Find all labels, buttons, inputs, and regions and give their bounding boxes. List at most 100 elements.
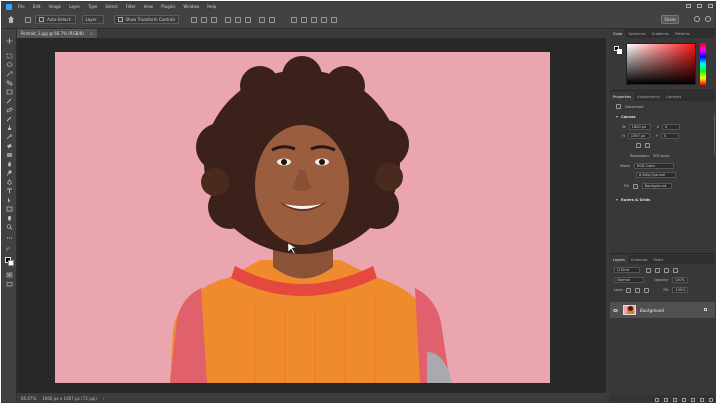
clone-stamp-tool-icon[interactable] (6, 125, 13, 131)
frame-tool-icon[interactable] (6, 89, 13, 95)
tab-channels[interactable]: Channels (628, 255, 651, 264)
portrait-orientation-icon[interactable] (636, 143, 641, 148)
layer-row-background[interactable]: Background (610, 302, 715, 318)
brush-tool-icon[interactable] (6, 116, 13, 122)
path-selection-tool-icon[interactable] (6, 197, 13, 203)
tab-libraries[interactable]: Libraries (663, 92, 685, 101)
blur-tool-icon[interactable] (6, 161, 13, 167)
move-tool-icon[interactable] (6, 38, 13, 44)
history-brush-tool-icon[interactable] (6, 134, 13, 140)
rectangle-tool-icon[interactable] (6, 206, 13, 212)
distribute-icon[interactable] (259, 16, 266, 23)
more-tools-icon[interactable] (6, 235, 13, 241)
align-left-icon[interactable] (191, 16, 198, 23)
status-menu-arrow[interactable]: › (103, 396, 105, 401)
menu-plugins[interactable]: Plugins (161, 4, 175, 9)
align-top-icon[interactable] (225, 16, 232, 23)
home-icon[interactable] (7, 15, 15, 24)
align-bottom-icon[interactable] (245, 16, 252, 23)
lasso-tool-icon[interactable] (6, 62, 13, 68)
eyedropper-tool-icon[interactable] (6, 98, 13, 104)
group-icon[interactable] (691, 397, 695, 402)
dodge-tool-icon[interactable] (6, 170, 13, 176)
delete-layer-icon[interactable] (709, 397, 713, 402)
tab-swatches[interactable]: Swatches (625, 29, 648, 38)
lock-position-icon[interactable] (635, 287, 641, 293)
height-field[interactable]: 1067 px (627, 133, 650, 139)
screen-mode-icon[interactable] (6, 281, 13, 287)
y-field[interactable]: 0 (660, 133, 679, 139)
more-options-icon[interactable] (269, 16, 276, 23)
color-picker-field[interactable] (626, 43, 696, 85)
menu-select[interactable]: Select (105, 4, 117, 9)
3d-slide-icon[interactable] (331, 16, 338, 23)
tab-layers[interactable]: Layers (610, 255, 628, 264)
new-layer-icon[interactable] (700, 397, 704, 402)
swap-colors-icon[interactable] (6, 246, 13, 252)
bit-depth-dropdown[interactable]: 8 Bits/Channel (636, 172, 676, 178)
crop-tool-icon[interactable] (6, 80, 13, 86)
menu-layer[interactable]: Layer (69, 4, 80, 9)
move-tool-icon[interactable] (25, 16, 31, 23)
menu-type[interactable]: Type (88, 4, 97, 9)
canvas-section-header[interactable]: Canvas (616, 115, 636, 119)
tab-gradients[interactable]: Gradients (649, 29, 673, 38)
fill-dropdown[interactable]: Background (641, 183, 672, 189)
align-middle-icon[interactable] (235, 16, 242, 23)
menu-file[interactable]: File (18, 4, 25, 9)
share-button[interactable]: Share (661, 15, 679, 24)
width-field[interactable]: 1600 px (628, 124, 651, 130)
add-mask-icon[interactable] (673, 397, 677, 402)
chevron-right-icon[interactable] (616, 199, 618, 201)
pen-tool-icon[interactable] (6, 179, 13, 185)
align-right-icon[interactable] (211, 16, 218, 23)
healing-brush-tool-icon[interactable] (6, 107, 13, 113)
eraser-tool-icon[interactable] (6, 143, 13, 149)
3d-pan-icon[interactable] (321, 16, 328, 23)
close-document-icon[interactable]: × (90, 31, 93, 36)
lock-all-icon[interactable] (644, 287, 650, 293)
visibility-eye-icon[interactable] (613, 308, 618, 312)
filter-type-icon[interactable] (664, 267, 669, 273)
tab-patterns[interactable]: Patterns (672, 29, 693, 38)
canvas-area[interactable] (17, 38, 606, 393)
show-transform-checkbox[interactable] (117, 17, 123, 22)
opacity-field[interactable]: 100% (671, 277, 688, 283)
hand-tool-icon[interactable] (6, 215, 13, 221)
chevron-down-icon[interactable] (616, 116, 618, 118)
background-color-swatch[interactable] (8, 260, 14, 266)
menu-view[interactable]: View (144, 4, 154, 9)
landscape-orientation-icon[interactable] (645, 143, 650, 148)
search-icon[interactable] (694, 16, 700, 22)
x-field[interactable]: 0 (662, 124, 681, 130)
type-tool-icon[interactable] (6, 188, 13, 194)
workspace-icon[interactable] (705, 16, 711, 22)
3d-mode-icon[interactable] (291, 16, 298, 23)
gradient-tool-icon[interactable] (6, 152, 13, 158)
menu-image[interactable]: Image (48, 4, 61, 9)
lock-pixels-icon[interactable] (626, 287, 632, 293)
hue-slider[interactable] (700, 43, 706, 85)
filter-pixel-icon[interactable] (646, 267, 651, 273)
tab-adjustments[interactable]: Adjustments (634, 92, 663, 101)
show-transform-toggle[interactable]: Show Transform Controls (113, 15, 180, 24)
link-layers-icon[interactable] (655, 397, 659, 402)
layer-fill-field[interactable]: 100% (672, 287, 689, 293)
layer-kind-filter[interactable]: Q Kind (614, 267, 640, 273)
tab-paths[interactable]: Paths (651, 255, 667, 264)
menu-filter[interactable]: Filter (126, 4, 136, 9)
menu-edit[interactable]: Edit (33, 4, 41, 9)
3d-rotate-icon[interactable] (301, 16, 308, 23)
marquee-tool-icon[interactable] (6, 53, 13, 59)
blend-mode-dropdown[interactable]: Normal (614, 277, 644, 283)
object-select-tool-icon[interactable] (6, 71, 13, 77)
menu-window[interactable]: Window (183, 4, 199, 9)
quick-mask-icon[interactable] (6, 272, 13, 278)
zoom-level[interactable]: 66.67% (21, 396, 36, 401)
auto-select-checkbox[interactable] (39, 17, 44, 22)
align-center-icon[interactable] (201, 16, 208, 23)
panel-background-swatch[interactable] (617, 49, 622, 54)
menu-help[interactable]: Help (207, 4, 216, 9)
properties-scrollbar[interactable] (714, 114, 715, 154)
3d-roll-icon[interactable] (311, 16, 318, 23)
